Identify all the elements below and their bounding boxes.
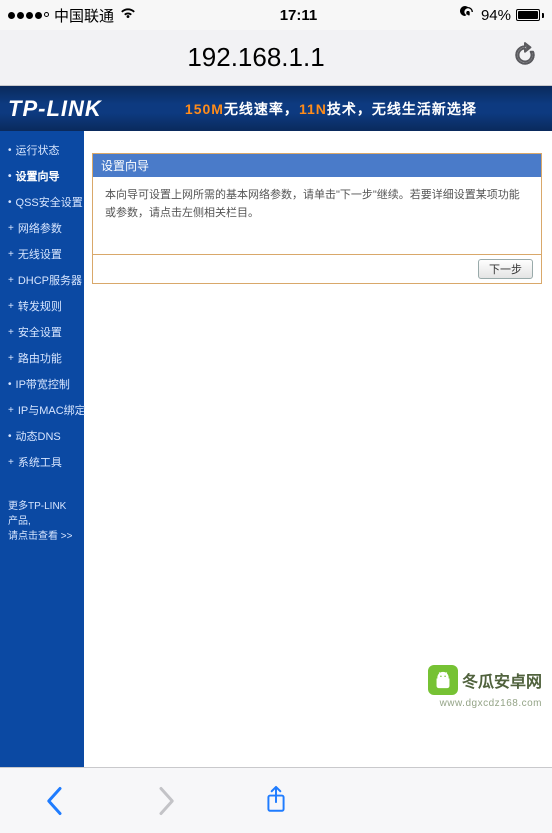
- nav-item-8[interactable]: 路由功能: [0, 345, 84, 371]
- more-products-link[interactable]: 更多TP-LINK产品,请点击查看 >>: [0, 493, 84, 550]
- slogan-accent-1: 150M: [185, 101, 224, 117]
- slogan-accent-2: 11N: [299, 101, 327, 117]
- slogan-mid: 无线速率，: [224, 101, 299, 117]
- nav-item-3[interactable]: 网络参数: [0, 215, 84, 241]
- nav-item-12[interactable]: 系统工具: [0, 449, 84, 475]
- battery-percent: 94%: [481, 7, 511, 24]
- nav-item-4[interactable]: 无线设置: [0, 241, 84, 267]
- back-button[interactable]: [33, 779, 77, 823]
- watermark: 冬瓜安卓网: [424, 663, 546, 697]
- nav-item-5[interactable]: DHCP服务器: [0, 267, 84, 293]
- safari-toolbar: [0, 767, 552, 833]
- sidebar: 运行状态设置向导QSS安全设置网络参数无线设置DHCP服务器转发规则安全设置路由…: [0, 131, 84, 767]
- slogan-suffix: 技术，无线生活新选择: [327, 101, 477, 117]
- carrier-label: 中国联通: [54, 5, 114, 26]
- nav-item-2[interactable]: QSS安全设置: [0, 189, 84, 215]
- signal-dots-icon: [8, 12, 49, 19]
- nav-item-11[interactable]: 动态DNS: [0, 423, 84, 449]
- router-admin-page: TP-LINK 150M无线速率，11N技术，无线生活新选择 运行状态设置向导Q…: [0, 86, 552, 767]
- status-time: 17:11: [280, 7, 318, 24]
- wizard-body: 本向导可设置上网所需的基本网络参数，请单击"下一步"继续。若要详细设置某项功能或…: [93, 177, 541, 255]
- status-right: 94%: [460, 5, 544, 25]
- share-button[interactable]: [254, 779, 298, 823]
- wifi-icon: [119, 6, 137, 24]
- nav-item-0[interactable]: 运行状态: [0, 137, 84, 163]
- nav-item-7[interactable]: 安全设置: [0, 319, 84, 345]
- next-button[interactable]: 下一步: [478, 259, 533, 279]
- nav-item-10[interactable]: IP与MAC绑定: [0, 397, 84, 423]
- forward-button[interactable]: [144, 779, 188, 823]
- slogan: 150M无线速率，11N技术，无线生活新选择: [110, 99, 552, 119]
- ios-status-bar: 中国联通 17:11 94%: [0, 0, 552, 30]
- wizard-footer: 下一步: [93, 255, 541, 283]
- nav-item-9[interactable]: IP带宽控制: [0, 371, 84, 397]
- nav-item-6[interactable]: 转发规则: [0, 293, 84, 319]
- battery-icon: [516, 9, 544, 21]
- watermark-text: 冬瓜安卓网: [462, 668, 542, 692]
- banner: TP-LINK 150M无线速率，11N技术，无线生活新选择: [0, 86, 552, 131]
- reload-button[interactable]: [512, 42, 538, 73]
- watermark-sub: www.dgxcdz168.com: [440, 698, 542, 709]
- rotation-lock-icon: [460, 5, 476, 25]
- android-icon: [428, 665, 458, 695]
- url-display[interactable]: 192.168.1.1: [14, 42, 498, 73]
- status-left: 中国联通: [8, 5, 137, 26]
- nav-item-1[interactable]: 设置向导: [0, 163, 84, 189]
- wizard-panel: 设置向导 本向导可设置上网所需的基本网络参数，请单击"下一步"继续。若要详细设置…: [92, 153, 542, 284]
- safari-address-bar: 192.168.1.1: [0, 30, 552, 86]
- brand-logo: TP-LINK: [0, 96, 110, 122]
- wizard-title: 设置向导: [93, 154, 541, 177]
